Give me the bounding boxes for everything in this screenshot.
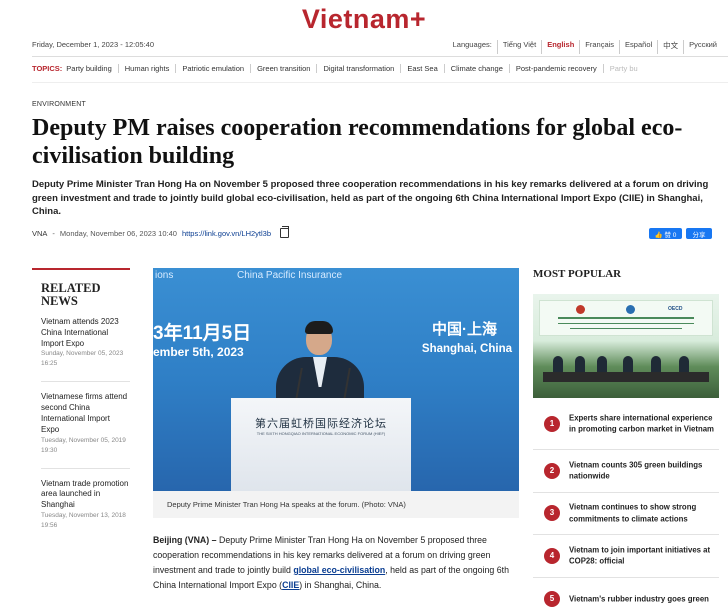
related-title[interactable]: Vietnamese firms attend second China Int… [41, 392, 130, 435]
podium: 第六届虹桥国际经济论坛 THE SIXTH HONGQIAO INTERNATI… [231, 398, 411, 491]
rank-badge: 5 [544, 590, 560, 607]
short-link[interactable]: https://link.gov.vn/LH2ytl3b [182, 229, 271, 238]
most-popular: MOST POPULAR OECD 1 Experts share intern… [533, 268, 719, 607]
lang-english[interactable]: English [541, 40, 579, 54]
topic-link[interactable]: Party building [66, 64, 117, 73]
tag-link-eco-civilisation[interactable]: global eco-civilisation [293, 565, 385, 575]
meta-separator: - [52, 228, 55, 238]
article-body: Beijing (VNA) – Deputy Prime Minister Tr… [153, 533, 525, 593]
oecd-logo: OECD [668, 306, 683, 312]
popular-title[interactable]: Vietnam continues to show strong commitm… [569, 502, 719, 525]
backdrop-date-en: ember 5th, 2023 [153, 345, 244, 359]
podium-text-en: THE SIXTH HONGQIAO INTERNATIONAL ECONOMI… [256, 431, 386, 436]
lang-chinese[interactable]: 中文 [657, 40, 683, 54]
popular-title[interactable]: Vietnam's rubber industry goes green [569, 593, 719, 605]
topic-link[interactable]: Human rights [117, 64, 176, 73]
topics-label: TOPICS: [32, 64, 63, 73]
tag-link-ciie[interactable]: CIIE [282, 580, 299, 590]
article-source: VNA [32, 228, 48, 238]
topic-link[interactable]: Green transition [250, 64, 316, 73]
microphones [295, 368, 351, 400]
share-button[interactable]: 分享 [686, 228, 712, 239]
site-logo[interactable]: Vietnam+ [0, 4, 728, 35]
article-date: Monday, November 06, 2023 10:40 [59, 228, 177, 238]
languages-label: Languages: [452, 40, 492, 49]
related-title[interactable]: Vietnam trade promotion area launched in… [41, 479, 130, 511]
copy-icon[interactable] [280, 226, 290, 238]
seminar-banner: OECD [539, 300, 713, 336]
most-popular-list: 1 Experts share international experience… [533, 398, 719, 613]
rank-badge: 4 [544, 547, 560, 564]
related-news: RELATED NEWS Vietnam attends 2023 China … [32, 268, 130, 553]
popular-item[interactable]: 3 Vietnam continues to show strong commi… [533, 493, 719, 535]
divider [32, 56, 728, 57]
related-item[interactable]: Vietnamese firms attend second China Int… [41, 392, 130, 469]
article-lede: Deputy Prime Minister Tran Hong Ha on No… [32, 179, 709, 217]
related-title[interactable]: Vietnam attends 2023 China International… [41, 317, 130, 349]
top-info-bar: Friday, December 1, 2023 - 12:05:40 Lang… [32, 40, 722, 54]
popular-title[interactable]: Vietnam counts 305 green buildings natio… [569, 459, 719, 482]
divider [32, 82, 728, 83]
article-photo[interactable]: ions China Pacific Insurance 3年11月5日 emb… [153, 268, 519, 491]
panel-table [543, 372, 709, 382]
related-date: Tuesday, November 13, 2018 19:56 [41, 511, 126, 529]
article-meta: VNA - Monday, November 06, 2023 10:40 ht… [32, 226, 290, 238]
photo-backdrop-header: ions China Pacific Insurance [153, 268, 519, 284]
backdrop-city-cn: 中国·上海 [432, 321, 497, 338]
emblem-icon [576, 305, 585, 314]
backdrop-date-cn: 3年11月5日 [153, 323, 252, 344]
like-button[interactable]: 👍 赞 0 [649, 228, 682, 239]
related-date: Tuesday, November 05, 2019 19:30 [41, 436, 126, 454]
topic-link[interactable]: Digital transformation [316, 64, 400, 73]
rank-badge: 1 [544, 415, 560, 432]
popular-title[interactable]: Experts share international experience i… [569, 412, 719, 435]
popular-item[interactable]: 5 Vietnam's rubber industry goes green [533, 578, 719, 613]
related-heading: RELATED NEWS [41, 281, 101, 308]
lang-spanish[interactable]: Español [619, 40, 657, 54]
lang-russian[interactable]: Русский [683, 40, 722, 54]
rank-badge: 2 [544, 462, 560, 479]
current-datetime: Friday, December 1, 2023 - 12:05:40 [32, 40, 155, 49]
dateline: Beijing (VNA) – [153, 535, 217, 545]
article-headline: Deputy PM raises cooperation recommendat… [32, 115, 683, 169]
popular-item[interactable]: 2 Vietnam counts 305 green buildings nat… [533, 450, 719, 493]
rank-badge: 3 [544, 505, 560, 522]
lang-french[interactable]: Français [579, 40, 619, 54]
related-item[interactable]: Vietnam trade promotion area launched in… [41, 479, 130, 543]
topic-link[interactable]: Post-pandemic recovery [508, 64, 603, 73]
podium-text-cn: 第六届虹桥国际经济论坛 [255, 418, 387, 430]
backdrop-text-sponsor: China Pacific Insurance [237, 270, 343, 281]
popular-item[interactable]: 4 Vietnam to join important initiatives … [533, 535, 719, 578]
emblem-icon [626, 305, 635, 314]
language-switcher: Languages: Tiếng Việt English Français E… [448, 40, 722, 54]
backdrop-text-left: ions [155, 270, 174, 281]
topic-link[interactable]: East Sea [400, 64, 443, 73]
lang-vietnamese[interactable]: Tiếng Việt [496, 40, 541, 54]
related-item[interactable]: Vietnam attends 2023 China International… [41, 317, 130, 383]
backdrop-city-en: Shanghai, China [421, 343, 512, 355]
topic-link[interactable]: Climate change [443, 64, 509, 73]
most-popular-image[interactable]: OECD [533, 294, 719, 398]
topic-link[interactable]: Party bu [602, 64, 644, 73]
most-popular-heading: MOST POPULAR [533, 268, 622, 280]
photo-caption: Deputy Prime Minister Tran Hong Ha speak… [153, 491, 519, 518]
popular-title[interactable]: Vietnam to join important initiatives at… [569, 544, 719, 567]
popular-item[interactable]: 1 Experts share international experience… [533, 398, 719, 450]
related-date: Sunday, November 05, 2023 16:25 [41, 350, 124, 368]
topics-bar: TOPICS: Party building Human rights Patr… [32, 64, 728, 73]
body-text: ) in Shanghai, China. [299, 580, 382, 590]
topic-link[interactable]: Patriotic emulation [175, 64, 250, 73]
section-label[interactable]: ENVIRONMENT [32, 101, 86, 108]
